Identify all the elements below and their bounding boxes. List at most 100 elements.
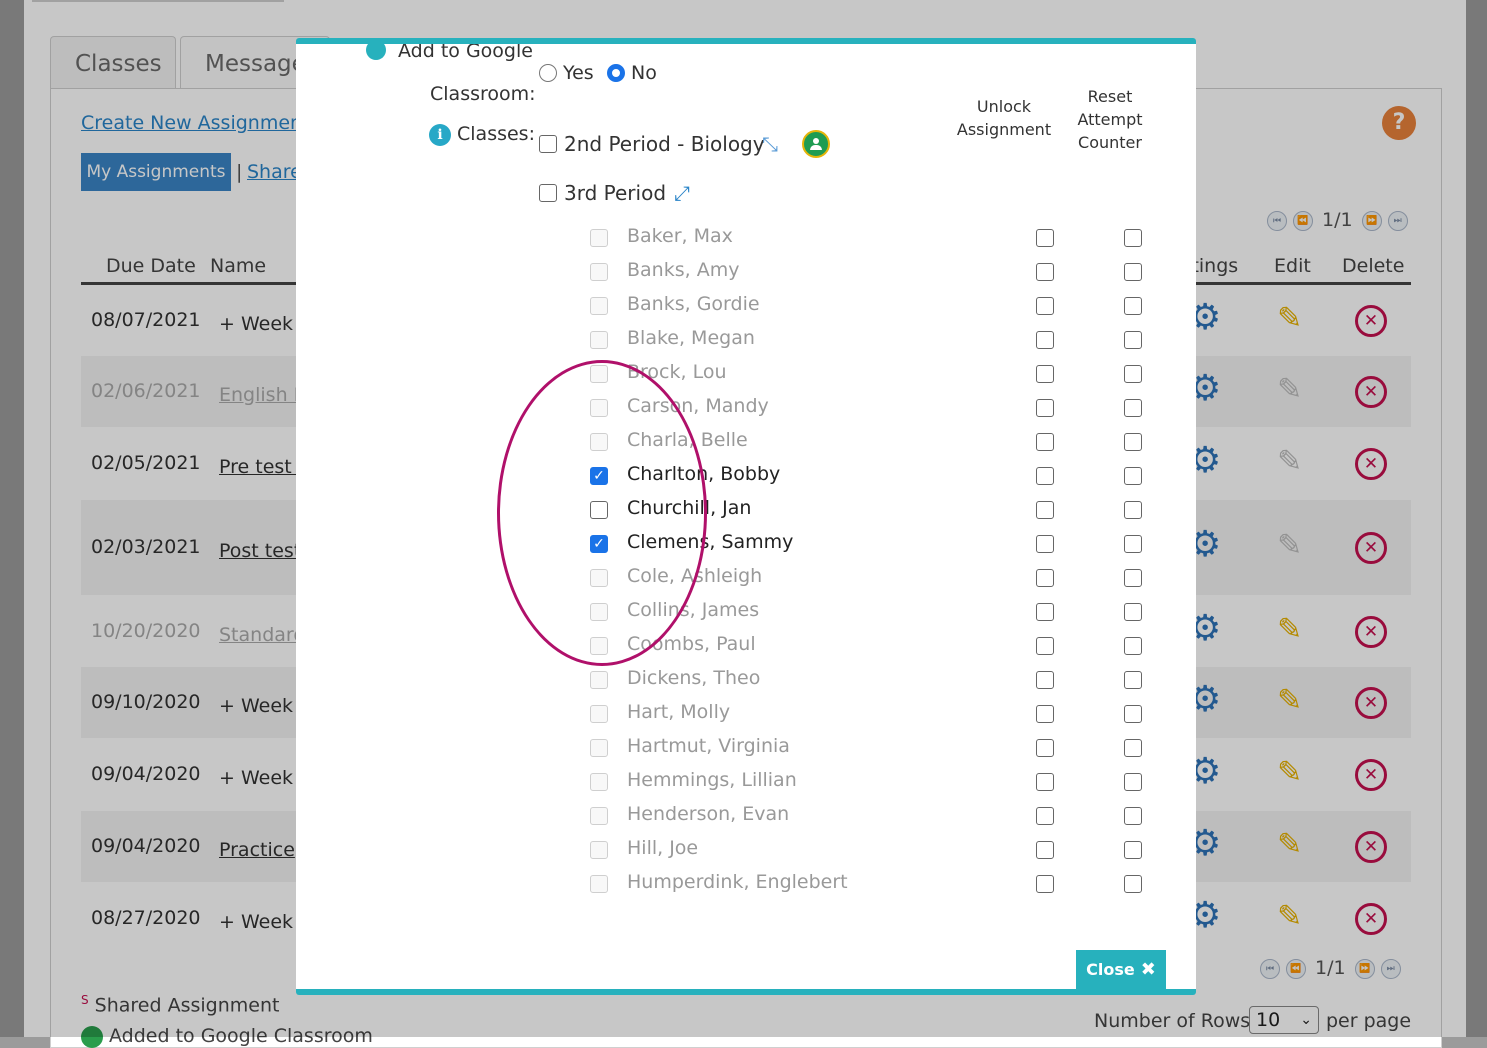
student-row: Charla, Belle [296, 425, 1196, 459]
student-checkbox [590, 841, 608, 859]
student-row: Humperdink, Englebert [296, 867, 1196, 901]
reset-checkbox[interactable] [1124, 569, 1142, 587]
unlock-checkbox[interactable] [1036, 501, 1054, 519]
unlock-checkbox[interactable] [1036, 467, 1054, 485]
student-row: Banks, Gordie [296, 289, 1196, 323]
yes-label[interactable]: Yes [563, 62, 594, 84]
student-name: Hart, Molly [627, 701, 731, 723]
unlock-checkbox[interactable] [1036, 875, 1054, 893]
student-row: Churchill, Jan [296, 493, 1196, 527]
reset-checkbox[interactable] [1124, 229, 1142, 247]
reset-checkbox[interactable] [1124, 263, 1142, 281]
reset-checkbox[interactable] [1124, 637, 1142, 655]
close-button[interactable]: Close ✖ [1076, 950, 1166, 989]
collapse-icon[interactable]: ⤡ [762, 132, 778, 156]
student-checkbox[interactable]: ✓ [590, 535, 608, 553]
reset-checkbox[interactable] [1124, 671, 1142, 689]
reset-checkbox[interactable] [1124, 773, 1142, 791]
unlock-checkbox[interactable] [1036, 773, 1054, 791]
student-row: Banks, Amy [296, 255, 1196, 289]
student-checkbox [590, 569, 608, 587]
student-name: Banks, Amy [627, 259, 740, 281]
student-row: Hartmut, Virginia [296, 731, 1196, 765]
unlock-checkbox[interactable] [1036, 399, 1054, 417]
student-name: Baker, Max [627, 225, 733, 247]
class-label-2nd-period[interactable]: 2nd Period - Biology [564, 132, 765, 156]
student-name: Cole, Ashleigh [627, 565, 763, 587]
student-row: Blake, Megan [296, 323, 1196, 357]
unlock-checkbox[interactable] [1036, 535, 1054, 553]
student-name: Dickens, Theo [627, 667, 761, 689]
student-checkbox [590, 739, 608, 757]
student-name: Charlton, Bobby [627, 463, 781, 485]
reset-checkbox[interactable] [1124, 297, 1142, 315]
reset-checkbox[interactable] [1124, 365, 1142, 383]
student-name: Brock, Lou [627, 361, 727, 383]
reset-checkbox[interactable] [1124, 841, 1142, 859]
student-checkbox [590, 399, 608, 417]
unlock-checkbox[interactable] [1036, 569, 1054, 587]
reset-checkbox[interactable] [1124, 875, 1142, 893]
student-checkbox [590, 773, 608, 791]
student-checkbox[interactable]: ✓ [590, 467, 608, 485]
student-checkbox[interactable] [590, 501, 608, 519]
reset-checkbox[interactable] [1124, 331, 1142, 349]
classes-label: Classes: [457, 123, 535, 145]
classroom-label: Classroom: [430, 83, 536, 105]
unlock-checkbox[interactable] [1036, 433, 1054, 451]
reset-checkbox[interactable] [1124, 807, 1142, 825]
student-row: Brock, Lou [296, 357, 1196, 391]
student-name: Banks, Gordie [627, 293, 760, 315]
student-name: Hill, Joe [627, 837, 699, 859]
unlock-checkbox[interactable] [1036, 807, 1054, 825]
reset-checkbox[interactable] [1124, 535, 1142, 553]
reset-checkbox[interactable] [1124, 399, 1142, 417]
unlock-checkbox[interactable] [1036, 263, 1054, 281]
expand-icon[interactable]: ⤢ [674, 181, 690, 205]
google-classroom-icon[interactable] [802, 130, 830, 158]
student-checkbox [590, 263, 608, 281]
student-name: Hartmut, Virginia [627, 735, 790, 757]
student-checkbox [590, 705, 608, 723]
class-checkbox-2nd-period[interactable] [539, 135, 557, 153]
student-row: Henderson, Evan [296, 799, 1196, 833]
unlock-checkbox[interactable] [1036, 229, 1054, 247]
class-label-3rd-period[interactable]: 3rd Period [564, 181, 666, 205]
unlock-checkbox[interactable] [1036, 603, 1054, 621]
no-label[interactable]: No [631, 62, 657, 84]
reset-checkbox[interactable] [1124, 705, 1142, 723]
unlock-checkbox[interactable] [1036, 841, 1054, 859]
student-checkbox [590, 433, 608, 451]
student-row: Hart, Molly [296, 697, 1196, 731]
reset-checkbox[interactable] [1124, 501, 1142, 519]
student-name: Hemmings, Lillian [627, 769, 797, 791]
unlock-checkbox[interactable] [1036, 637, 1054, 655]
student-row: Cole, Ashleigh [296, 561, 1196, 595]
unlock-checkbox[interactable] [1036, 297, 1054, 315]
student-name: Humperdink, Englebert [627, 871, 848, 893]
unlock-checkbox[interactable] [1036, 365, 1054, 383]
student-checkbox [590, 365, 608, 383]
assign-dialog: Add to Google Classroom: Yes No i Classe… [296, 38, 1196, 995]
student-row: Coombs, Paul [296, 629, 1196, 663]
unlock-checkbox[interactable] [1036, 739, 1054, 757]
unlock-checkbox[interactable] [1036, 331, 1054, 349]
student-row: Collins, James [296, 595, 1196, 629]
yes-radio[interactable] [539, 64, 557, 82]
student-name: Henderson, Evan [627, 803, 790, 825]
no-radio[interactable] [607, 64, 625, 82]
unlock-checkbox[interactable] [1036, 671, 1054, 689]
reset-checkbox[interactable] [1124, 467, 1142, 485]
student-checkbox [590, 229, 608, 247]
info-icon[interactable]: i [429, 124, 451, 146]
student-name: Collins, James [627, 599, 760, 621]
student-row: Dickens, Theo [296, 663, 1196, 697]
student-checkbox [590, 875, 608, 893]
reset-checkbox[interactable] [1124, 739, 1142, 757]
unlock-checkbox[interactable] [1036, 705, 1054, 723]
class-checkbox-3rd-period[interactable] [539, 184, 557, 202]
reset-checkbox[interactable] [1124, 433, 1142, 451]
reset-checkbox[interactable] [1124, 603, 1142, 621]
add-to-google-label: Add to Google [398, 40, 533, 62]
student-row: ✓ Charlton, Bobby [296, 459, 1196, 493]
